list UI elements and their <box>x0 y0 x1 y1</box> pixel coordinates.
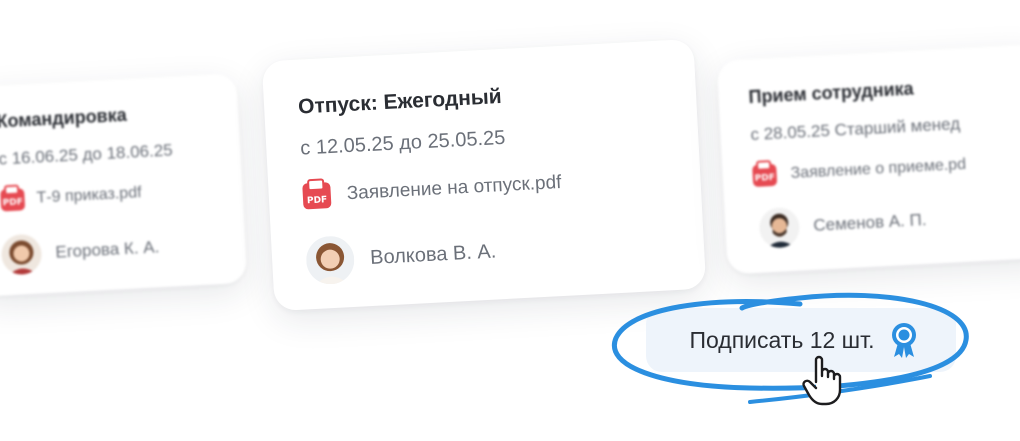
pointer-hand-icon <box>802 355 842 406</box>
assignee-name: Егорова К. А. <box>54 237 160 262</box>
assignee: Егорова К. А. <box>0 227 161 276</box>
card-dates: с 28.05.25 Старший менед <box>750 114 961 145</box>
avatar <box>0 233 43 276</box>
document-card-business-trip[interactable]: Командировка с 16.06.25 до 18.06.25 PDF … <box>0 73 248 297</box>
avatar <box>305 234 356 286</box>
document-card-annual-leave[interactable]: Отпуск: Ежегодный с 12.05.25 до 25.05.25… <box>261 38 707 312</box>
attachment[interactable]: PDF Заявление на отпуск.pdf <box>302 170 562 210</box>
pdf-file-icon: PDF <box>302 182 332 210</box>
card-dates: с 12.05.25 до 25.05.25 <box>299 126 506 160</box>
document-card-hiring[interactable]: Прием сотрудника с 28.05.25 Старший мене… <box>716 43 1020 275</box>
avatar <box>758 206 801 249</box>
attachment-name: Заявление на отпуск.pdf <box>346 171 562 205</box>
attachment-name: Заявление о приеме.pd <box>790 155 967 183</box>
assignee-name: Волкова В. А. <box>369 239 497 269</box>
attachment[interactable]: PDF Заявление о приеме.pd <box>752 154 967 188</box>
attachment[interactable]: PDF Т-9 приказ.pdf <box>0 182 142 212</box>
card-title: Командировка <box>0 104 128 132</box>
assignee: Волкова В. А. <box>305 227 497 286</box>
card-title: Отпуск: Ежегодный <box>297 84 503 119</box>
attachment-name: Т-9 приказ.pdf <box>36 184 142 207</box>
card-title: Прием сотрудника <box>748 78 915 108</box>
assignee: Семенов А. П. <box>758 200 927 249</box>
pdf-file-icon: PDF <box>752 163 778 188</box>
card-dates: с 16.06.25 до 18.06.25 <box>0 140 174 169</box>
sign-button-label: Подписать 12 шт. <box>689 326 875 353</box>
award-ribbon-icon <box>891 323 916 358</box>
pdf-file-icon: PDF <box>0 188 26 212</box>
assignee-name: Семенов А. П. <box>812 210 927 235</box>
